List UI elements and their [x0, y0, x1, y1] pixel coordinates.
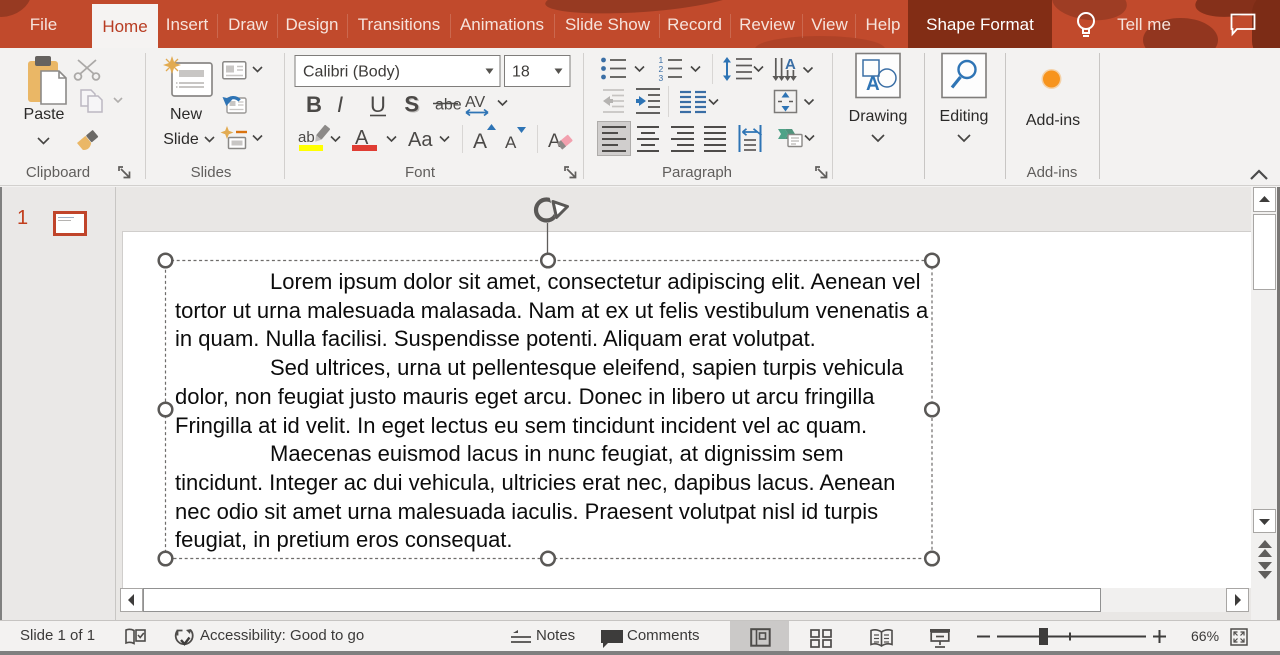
svg-text:B: B — [306, 92, 322, 117]
svg-text:Calibri (Body): Calibri (Body) — [303, 64, 400, 81]
svg-text:18: 18 — [512, 64, 530, 81]
svg-text:abe: abe — [435, 97, 462, 114]
svg-text:ab: ab — [298, 129, 315, 146]
svg-text:A: A — [505, 133, 517, 152]
svg-text:AV: AV — [465, 94, 485, 111]
svg-text:U: U — [370, 92, 386, 117]
svg-text:Aa: Aa — [408, 129, 433, 151]
svg-text:A: A — [548, 131, 561, 152]
svg-text:A: A — [785, 56, 796, 73]
svg-text:I: I — [337, 92, 343, 117]
svg-text:S: S — [404, 91, 419, 116]
svg-text:A: A — [473, 130, 487, 153]
svg-text:3: 3 — [659, 73, 664, 83]
